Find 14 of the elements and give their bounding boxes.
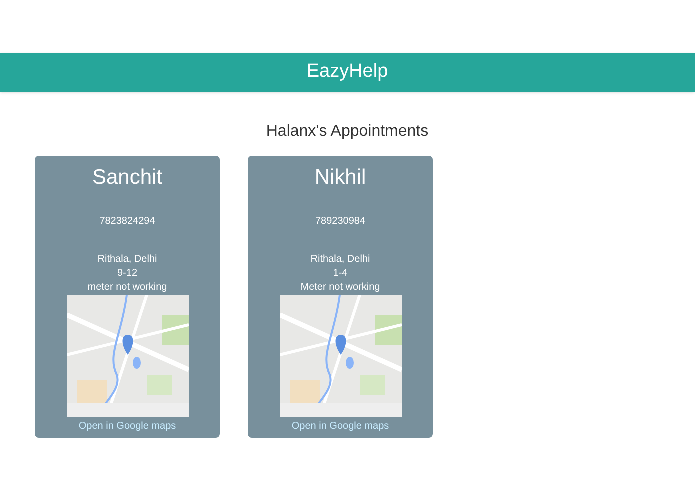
app-title: EazyHelp	[306, 60, 388, 84]
customer-name: Nikhil	[314, 165, 366, 191]
phone-number: 789230984	[315, 215, 366, 229]
location-text: Rithala, Delhi	[310, 253, 370, 267]
time-slot: 9-12	[117, 267, 138, 281]
time-slot: 1-4	[333, 267, 348, 281]
phone-number: 7823824294	[100, 215, 156, 229]
google-maps-link[interactable]: Open in Google maps	[292, 419, 390, 434]
issue-text: Meter not working	[300, 281, 380, 295]
customer-name: Sanchit	[92, 165, 163, 191]
page-heading: Halanx's Appointments	[266, 122, 429, 142]
issue-text: meter not working	[88, 281, 168, 295]
google-maps-link[interactable]: Open in Google maps	[78, 419, 176, 434]
location-text: Rithala, Delhi	[98, 253, 158, 267]
